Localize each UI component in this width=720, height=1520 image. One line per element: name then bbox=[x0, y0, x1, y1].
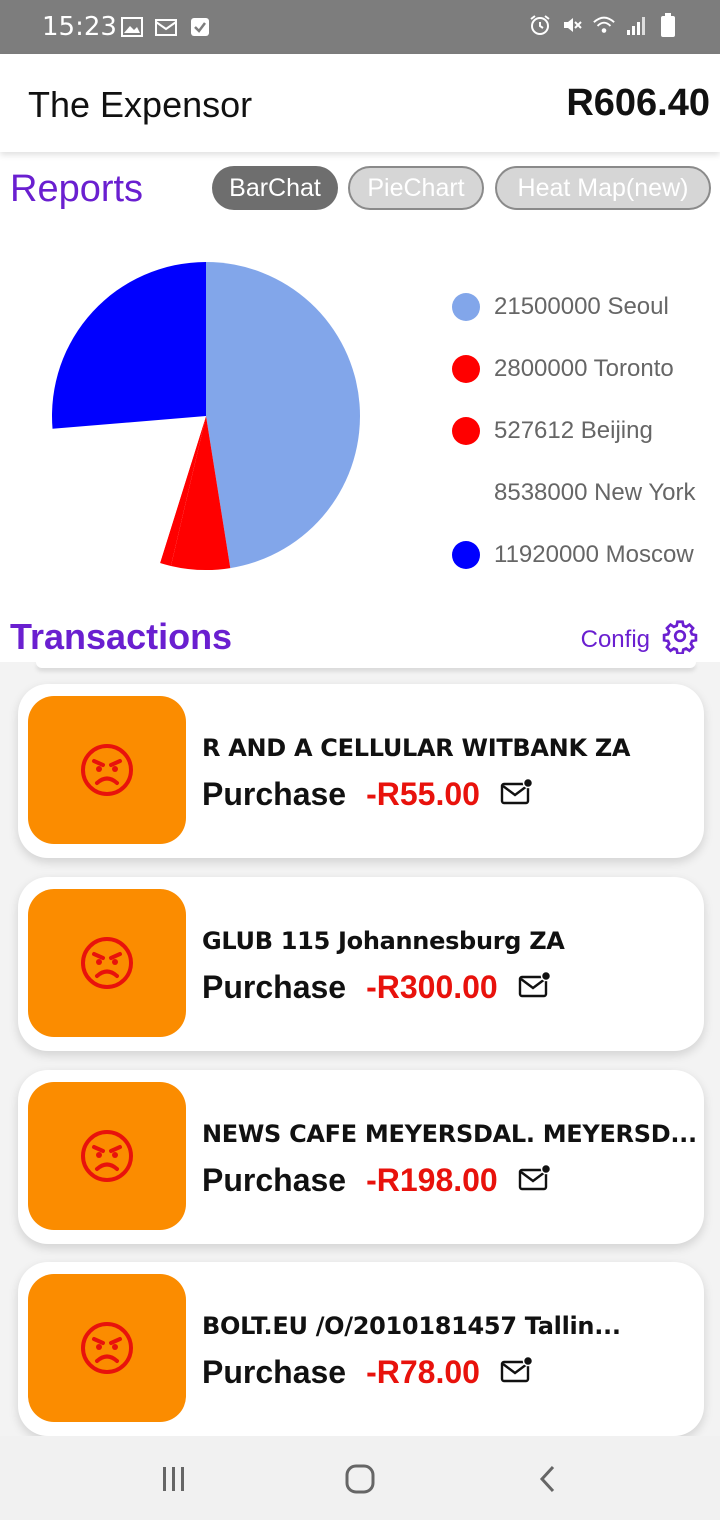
tab-heatmap[interactable]: Heat Map(new) bbox=[495, 166, 711, 210]
legend-swatch bbox=[452, 293, 480, 321]
transaction-card[interactable]: GLUB 115 Johannesburg ZA Purchase -R300.… bbox=[18, 877, 704, 1051]
transaction-thumb bbox=[28, 1082, 186, 1230]
status-bar: 15:23 bbox=[0, 0, 720, 54]
signal-icon bbox=[624, 14, 648, 36]
legend-item: 527612 Beijing bbox=[452, 400, 696, 462]
angry-face-icon bbox=[81, 937, 133, 989]
legend-swatch bbox=[452, 355, 480, 383]
status-left-icons bbox=[120, 16, 212, 38]
home-icon bbox=[345, 1464, 375, 1494]
transaction-amount: -R198.00 bbox=[366, 1162, 498, 1198]
mail-notification-icon[interactable] bbox=[500, 777, 534, 811]
merchant-name: NEWS CAFE MEYERSDAL. MEYERSD... bbox=[202, 1120, 697, 1148]
battery-icon bbox=[656, 13, 680, 37]
app-title: The Expensor bbox=[28, 84, 253, 125]
transaction-type: Purchase bbox=[202, 1354, 347, 1390]
legend-item: 11920000 Moscow bbox=[452, 524, 696, 586]
check-icon bbox=[188, 16, 212, 38]
wifi-icon bbox=[592, 14, 616, 36]
transaction-type: Purchase bbox=[202, 969, 347, 1005]
back-button[interactable] bbox=[528, 1462, 568, 1496]
angry-face-icon bbox=[81, 1322, 133, 1374]
config-label: Config bbox=[580, 625, 650, 653]
transaction-type: Purchase bbox=[202, 776, 347, 812]
legend-item: 2800000 Toronto bbox=[452, 338, 696, 400]
mail-notification-icon[interactable] bbox=[518, 1163, 552, 1197]
pie-chart bbox=[52, 262, 360, 570]
recents-button[interactable] bbox=[154, 1462, 194, 1496]
transaction-thumb bbox=[28, 696, 186, 844]
transaction-thumb bbox=[28, 889, 186, 1037]
transaction-amount: -R78.00 bbox=[366, 1354, 480, 1390]
transaction-amount: -R300.00 bbox=[366, 969, 498, 1005]
recents-icon bbox=[163, 1467, 184, 1491]
mute-icon bbox=[560, 14, 584, 36]
chart-legend: 21500000 Seoul 2800000 Toronto 527612 Be… bbox=[452, 276, 696, 586]
transaction-type: Purchase bbox=[202, 1162, 347, 1198]
app-bar: The Expensor R606.40 bbox=[0, 54, 720, 152]
mail-notification-icon[interactable] bbox=[518, 970, 552, 1004]
system-nav-bar bbox=[0, 1436, 720, 1520]
tab-piechart[interactable]: PieChart bbox=[348, 166, 484, 210]
mail-notification-icon[interactable] bbox=[500, 1355, 534, 1389]
home-button[interactable] bbox=[340, 1462, 380, 1496]
legend-swatch bbox=[452, 417, 480, 445]
merchant-name: BOLT.EU /O/2010181457 Tallin... bbox=[202, 1312, 621, 1340]
legend-label: 21500000 Seoul bbox=[494, 293, 669, 320]
config-button[interactable]: Config bbox=[581, 618, 698, 661]
merchant-name: R AND A CELLULAR WITBANK ZA bbox=[202, 734, 631, 762]
merchant-name: GLUB 115 Johannesburg ZA bbox=[202, 927, 565, 955]
balance-total: R606.40 bbox=[566, 82, 710, 124]
legend-label: 8538000 New York bbox=[494, 479, 696, 506]
pie-slice-4 bbox=[52, 262, 206, 429]
gallery-icon bbox=[154, 16, 178, 38]
transactions-heading: Transactions bbox=[10, 616, 233, 657]
legend-label: 527612 Beijing bbox=[494, 417, 653, 444]
angry-face-icon bbox=[81, 744, 133, 796]
legend-item: 8538000 New York bbox=[452, 462, 696, 524]
transaction-card[interactable]: NEWS CAFE MEYERSDAL. MEYERSD... Purchase… bbox=[18, 1070, 704, 1244]
transaction-card[interactable]: R AND A CELLULAR WITBANK ZA Purchase -R5… bbox=[18, 684, 704, 858]
legend-label: 11920000 Moscow bbox=[494, 541, 694, 568]
pie-slice-0 bbox=[206, 262, 360, 569]
status-time: 15:23 bbox=[42, 12, 117, 42]
legend-swatch bbox=[452, 479, 480, 507]
transaction-card[interactable]: BOLT.EU /O/2010181457 Tallin... Purchase… bbox=[18, 1262, 704, 1436]
tab-barchat[interactable]: BarChat bbox=[212, 166, 338, 210]
image-icon bbox=[120, 16, 144, 38]
back-icon bbox=[539, 1465, 555, 1493]
transactions-list[interactable]: R AND A CELLULAR WITBANK ZA Purchase -R5… bbox=[0, 662, 720, 1436]
legend-swatch bbox=[452, 541, 480, 569]
legend-item: 21500000 Seoul bbox=[452, 276, 696, 338]
angry-face-icon bbox=[81, 1130, 133, 1182]
gear-icon bbox=[662, 618, 698, 661]
alarm-icon bbox=[528, 14, 552, 36]
status-right-icons bbox=[528, 13, 680, 37]
transaction-thumb bbox=[28, 1274, 186, 1422]
list-item-partial bbox=[36, 662, 696, 668]
legend-label: 2800000 Toronto bbox=[494, 355, 674, 382]
reports-heading: Reports bbox=[10, 168, 144, 210]
transaction-amount: -R55.00 bbox=[366, 776, 480, 812]
